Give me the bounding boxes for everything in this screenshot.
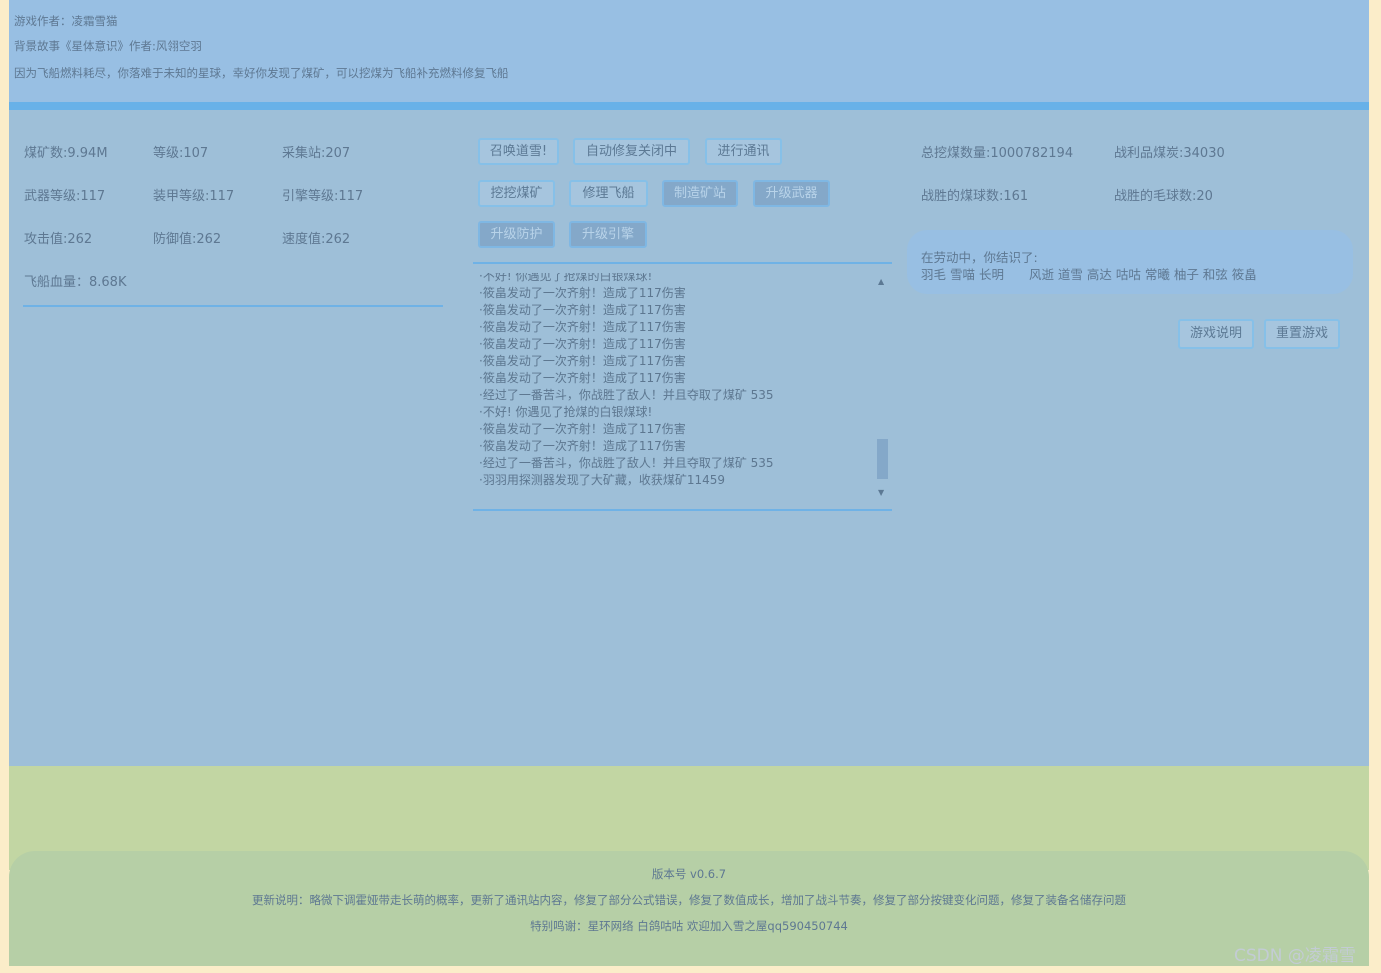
scroll-down-icon[interactable]: ▼: [878, 488, 884, 497]
log-line: ·筱畠发动了一次齐射！造成了117伤害: [479, 286, 686, 300]
log-line: ·不好! 你遇见了抢煤的白银煤球!: [479, 405, 653, 419]
scroll-up-icon[interactable]: ▲: [878, 277, 884, 286]
summon-button[interactable]: 召唤道雪!: [478, 138, 559, 165]
intro-text: 因为飞船燃料耗尽，你落难于未知的星球，幸好你发现了煤矿，可以挖煤为飞船补充燃料修…: [14, 66, 509, 80]
game-main-panel: 煤矿数:9.94M 等级:107 采集站:207 武器等级:117 装甲等级:1…: [9, 110, 1369, 766]
defense-stat: 防御值:262: [153, 232, 222, 247]
attack-stat: 攻击值:262: [24, 232, 93, 247]
csdn-watermark: CSDN @凌霜雪: [1234, 946, 1356, 966]
armor-level: 装甲等级:117: [153, 189, 235, 204]
green-band: [9, 766, 1369, 851]
event-log[interactable]: ·不好! 你遇见了抢煤的白银煤球! ·筱畠发动了一次齐射！造成了117伤害 ·筱畠发…: [479, 273, 879, 495]
coalball-wins: 战胜的煤球数:161: [921, 189, 1029, 204]
update-notes: 更新说明：略微下调霍娅带走长萌的概率，更新了通讯站内容，修复了部分公式错误，修复…: [252, 893, 1126, 907]
log-line: ·不好! 你遇见了抢煤的白银煤球!: [479, 273, 653, 283]
author-text: 游戏作者：凌霜雪猫: [14, 14, 118, 28]
log-line: ·筱畠发动了一次齐射！造成了117伤害: [479, 320, 686, 334]
log-line: ·筱畠发动了一次齐射！造成了117伤害: [479, 337, 686, 351]
header-divider: [9, 102, 1369, 110]
friends-names: 羽毛 雪喵 长明 风逝 道雪 高达 咕咕 常曦 柚子 和弦 筱畠: [921, 267, 1257, 282]
speed-stat: 速度值:262: [282, 232, 351, 247]
level-stat: 等级:107: [153, 146, 209, 161]
log-line: ·筱畠发动了一次齐射！造成了117伤害: [479, 303, 686, 317]
engine-level: 引擎等级:117: [282, 189, 364, 204]
game-info-header: 游戏作者：凌霜雪猫 背景故事《星体意识》作者:风翎空羽 因为飞船燃料耗尽，你落难…: [9, 0, 1369, 102]
build-station-button[interactable]: 制造矿站: [662, 180, 738, 207]
log-line: ·筱畠发动了一次齐射！造成了117伤害: [479, 422, 686, 436]
station-count: 采集站:207: [282, 146, 351, 161]
loot-coal: 战利品煤炭:34030: [1114, 146, 1225, 161]
log-line: ·羽羽用探测器发现了大矿藏，收获煤矿11459: [479, 473, 725, 487]
log-scrollbar[interactable]: ▲ ▼: [875, 277, 889, 497]
coal-count: 煤矿数:9.94M: [24, 146, 108, 161]
auto-repair-toggle-button[interactable]: 自动修复关闭中: [573, 138, 690, 165]
log-line: ·筱畠发动了一次齐射！造成了117伤害: [479, 371, 686, 385]
log-bottom-divider: [473, 509, 892, 511]
communicate-button[interactable]: 进行通讯: [705, 138, 782, 165]
upgrade-weapon-button[interactable]: 升级武器: [753, 180, 830, 207]
log-line: ·筱畠发动了一次齐射！造成了117伤害: [479, 354, 686, 368]
footer: 版本号 v0.6.7 更新说明：略微下调霍娅带走长萌的概率，更新了通讯站内容，修…: [9, 851, 1369, 966]
total-coal-mined: 总挖煤数量:1000782194: [921, 146, 1074, 161]
left-divider: [23, 305, 443, 307]
furball-wins: 战胜的毛球数:20: [1114, 189, 1213, 204]
scroll-thumb[interactable]: [877, 439, 888, 479]
log-top-divider: [473, 262, 892, 264]
reset-game-button[interactable]: 重置游戏: [1264, 319, 1340, 349]
ship-hp: 飞船血量：8.68K: [24, 275, 127, 290]
game-help-button[interactable]: 游戏说明: [1178, 319, 1254, 349]
upgrade-engine-button[interactable]: 升级引擎: [569, 221, 647, 248]
version-text: 版本号 v0.6.7: [651, 867, 727, 881]
thanks-text: 特别鸣谢：星环网络 白鸽咕咕 欢迎加入雪之屋qq590450744: [530, 919, 848, 933]
mine-coal-button[interactable]: 挖挖煤矿: [478, 180, 555, 207]
repair-ship-button[interactable]: 修理飞船: [569, 180, 648, 207]
friends-panel: 在劳动中，你结识了: 羽毛 雪喵 长明 风逝 道雪 高达 咕咕 常曦 柚子 和弦…: [907, 230, 1353, 294]
log-line: ·筱畠发动了一次齐射！造成了117伤害: [479, 439, 686, 453]
log-line: ·经过了一番苦斗，你战胜了敌人！并且夺取了煤矿 535: [479, 456, 774, 470]
upgrade-defense-button[interactable]: 升级防护: [478, 221, 555, 248]
log-line: ·经过了一番苦斗，你战胜了敌人！并且夺取了煤矿 535: [479, 388, 774, 402]
story-text: 背景故事《星体意识》作者:风翎空羽: [14, 39, 202, 53]
weapon-level: 武器等级:117: [24, 189, 106, 204]
